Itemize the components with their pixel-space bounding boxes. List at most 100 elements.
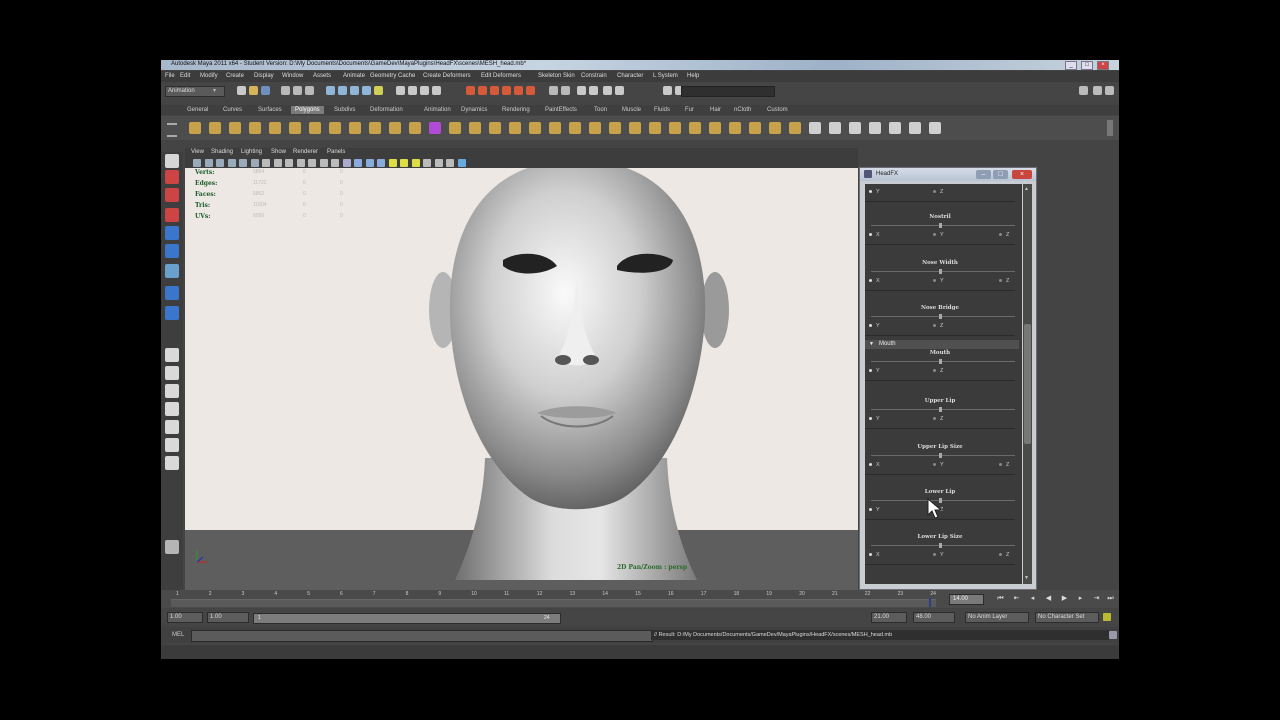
checker-icon[interactable] xyxy=(889,122,901,134)
shelf-tab-curves[interactable]: Curves xyxy=(219,106,246,114)
current-time-marker[interactable] xyxy=(929,598,931,607)
menu-assets[interactable]: Assets xyxy=(313,73,331,79)
axis-z-radio[interactable]: Z xyxy=(933,189,943,195)
four-view-layout-icon[interactable] xyxy=(165,366,179,380)
grease-pencil-icon[interactable] xyxy=(250,159,259,167)
quick-select-field[interactable] xyxy=(681,86,775,97)
headfx-maximize-button[interactable]: □ xyxy=(993,170,1008,179)
poly-prism-icon[interactable] xyxy=(309,122,321,134)
maximize-button[interactable]: □ xyxy=(1081,61,1093,70)
mel-label[interactable]: MEL xyxy=(172,632,184,638)
paint-select-tool-icon[interactable] xyxy=(165,188,179,202)
extract-icon[interactable] xyxy=(469,122,481,134)
soft-mod-tool-icon[interactable] xyxy=(165,306,179,320)
play-forward-button[interactable]: ▶ xyxy=(1059,593,1070,604)
axis-x-radio[interactable]: X xyxy=(869,232,880,238)
poly-plane-icon[interactable] xyxy=(269,122,281,134)
lock-icon[interactable] xyxy=(526,86,535,95)
go-to-end-button[interactable]: ⏭ xyxy=(1105,593,1116,604)
poly-torus-icon[interactable] xyxy=(289,122,301,134)
select-tool-icon[interactable] xyxy=(165,154,179,168)
section-slider[interactable] xyxy=(871,409,1015,410)
axis-z-radio[interactable]: Z xyxy=(933,368,943,374)
section-slider[interactable] xyxy=(871,545,1015,546)
axis-z-radio[interactable]: Z xyxy=(933,323,943,329)
persp-outliner-layout-icon[interactable] xyxy=(165,384,179,398)
scale-tool-icon[interactable] xyxy=(165,244,179,258)
smooth-icon[interactable] xyxy=(489,122,501,134)
planar-mapping-icon[interactable] xyxy=(849,122,861,134)
poly-cube-icon[interactable] xyxy=(209,122,221,134)
menu-create[interactable]: Create xyxy=(226,73,244,79)
boolean-difference-icon[interactable] xyxy=(529,122,541,134)
section-slider[interactable] xyxy=(871,225,1015,226)
menu-constrain[interactable]: Constrain xyxy=(581,73,607,79)
shelf-tab-polygons[interactable]: Polygons xyxy=(291,106,324,114)
section-slider[interactable] xyxy=(871,455,1015,456)
poly-helix-icon[interactable] xyxy=(369,122,381,134)
shelf-tab-custom[interactable]: Custom xyxy=(763,106,792,114)
poly-cylinder-icon[interactable] xyxy=(229,122,241,134)
close-button[interactable]: × xyxy=(1097,61,1109,70)
scroll-down-icon[interactable]: ▼ xyxy=(1024,575,1029,581)
shelf-tab-general[interactable]: General xyxy=(183,106,212,114)
gate-mask-icon[interactable] xyxy=(296,159,305,167)
menu-window[interactable]: Window xyxy=(282,73,303,79)
attribute-editor-icon[interactable] xyxy=(549,86,558,95)
shadows-icon[interactable] xyxy=(400,159,408,167)
shelf-menu-icon[interactable] xyxy=(167,123,177,137)
two-d-pan-zoom-icon[interactable] xyxy=(239,159,247,167)
head-mesh[interactable] xyxy=(185,168,858,600)
input-ops-icon[interactable] xyxy=(408,86,417,95)
render-proxy-icon[interactable] xyxy=(909,122,921,134)
separate-icon[interactable] xyxy=(449,122,461,134)
character-set-select[interactable]: No Character Set xyxy=(1035,612,1099,623)
camera-tool-icon[interactable] xyxy=(165,540,179,554)
menu-file[interactable]: File xyxy=(165,73,175,79)
image-plane-icon[interactable] xyxy=(227,159,236,167)
command-input[interactable] xyxy=(191,630,653,642)
axis-y-radio[interactable]: Y xyxy=(869,416,880,422)
mouth-section-header[interactable]: ▼ Mouth xyxy=(865,340,1019,349)
shelf-tab-fluids[interactable]: Fluids xyxy=(650,106,674,114)
menu-skeleton[interactable]: Skeleton xyxy=(538,73,561,79)
open-scene-icon[interactable] xyxy=(249,86,258,95)
combine-icon[interactable] xyxy=(429,122,441,134)
shelf-tab-fur[interactable]: Fur xyxy=(681,106,698,114)
section-slider[interactable] xyxy=(871,361,1015,362)
field-chart-icon[interactable] xyxy=(308,159,316,167)
boolean-union-icon[interactable] xyxy=(509,122,521,134)
axis-y-radio[interactable]: Y xyxy=(933,278,944,284)
append-polygon-icon[interactable] xyxy=(589,122,601,134)
menu-create-deformers[interactable]: Create Deformers xyxy=(423,73,471,79)
poke-icon[interactable] xyxy=(769,122,781,134)
save-scene-icon[interactable] xyxy=(261,86,270,95)
sculpt-geometry-icon[interactable] xyxy=(929,122,941,134)
axis-y-radio[interactable]: Y xyxy=(869,507,880,513)
axis-y-radio[interactable]: Y xyxy=(933,552,944,558)
extrude-icon[interactable] xyxy=(669,122,681,134)
menu-geometry-cache[interactable]: Geometry Cache xyxy=(370,73,415,79)
axis-y-radio[interactable]: Y xyxy=(933,232,944,238)
tool-settings-icon[interactable] xyxy=(561,86,570,95)
axis-z-radio[interactable]: Z xyxy=(933,416,943,422)
shelf-tab-muscle[interactable]: Muscle xyxy=(618,106,645,114)
lasso-tool-icon[interactable] xyxy=(165,170,179,184)
slider-handle[interactable] xyxy=(939,543,942,548)
step-back-frame-button[interactable]: ◂ xyxy=(1027,593,1038,604)
play-backward-button[interactable]: ◀ xyxy=(1043,593,1054,604)
select-component-icon[interactable] xyxy=(305,86,314,95)
range-slider[interactable]: 1 24 xyxy=(253,613,561,624)
panel-menu-view[interactable]: View xyxy=(191,149,204,155)
axis-x-radio[interactable]: X xyxy=(869,552,880,558)
output-ops-icon[interactable] xyxy=(420,86,429,95)
character-controls-icon[interactable] xyxy=(1079,86,1088,95)
slider-handle[interactable] xyxy=(939,314,942,319)
menu-help[interactable]: Help xyxy=(687,73,699,79)
axis-z-radio[interactable]: Z xyxy=(999,232,1009,238)
poly-pyramid-icon[interactable] xyxy=(329,122,341,134)
scroll-thumb[interactable] xyxy=(1024,324,1031,444)
shelf-tab-painteffects[interactable]: PaintEffects xyxy=(541,106,581,114)
offset-edge-loop-icon[interactable] xyxy=(649,122,661,134)
shelf-tab-subdivs[interactable]: Subdivs xyxy=(330,106,359,114)
